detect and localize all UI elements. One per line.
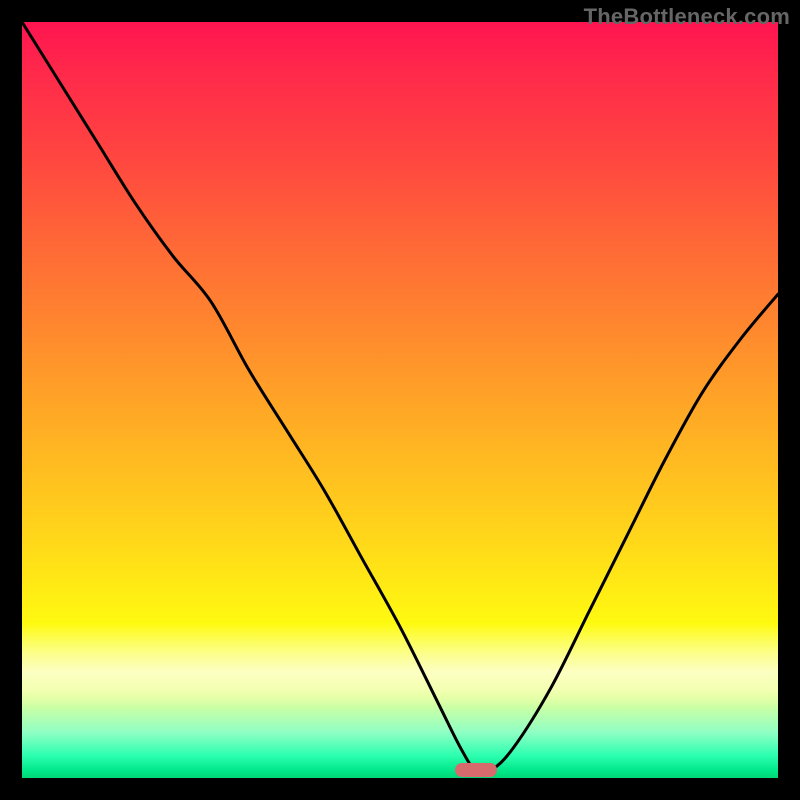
bottleneck-curve bbox=[22, 22, 778, 778]
bottleneck-marker bbox=[455, 763, 497, 777]
plot-area bbox=[22, 22, 778, 778]
watermark-text: TheBottleneck.com bbox=[584, 4, 790, 30]
chart-frame: TheBottleneck.com bbox=[0, 0, 800, 800]
